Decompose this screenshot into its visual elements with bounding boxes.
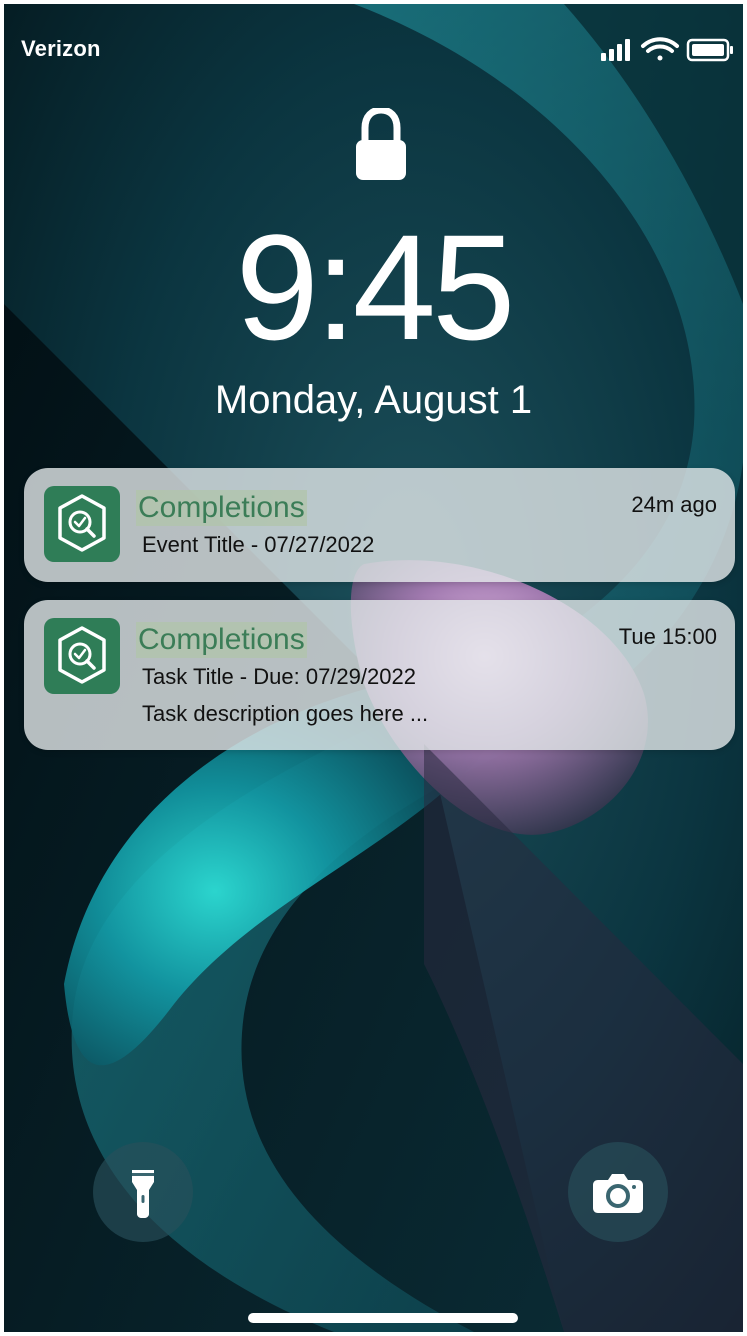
flashlight-button[interactable] — [93, 1142, 193, 1242]
notification-app-name: Completions — [136, 622, 307, 658]
completions-app-icon — [44, 486, 120, 562]
notification-event[interactable]: Completions 24m ago Event Title - 07/27/… — [24, 468, 735, 582]
notification-task[interactable]: Completions Tue 15:00 Task Title - Due: … — [24, 600, 735, 750]
completions-app-icon — [44, 618, 120, 694]
home-indicator[interactable] — [248, 1313, 518, 1323]
flashlight-icon — [132, 1170, 154, 1218]
notification-time: 24m ago — [631, 492, 717, 517]
camera-icon — [593, 1174, 643, 1213]
notification-body-line: Task Title - Due: 07/29/2022 — [142, 664, 416, 689]
lock-screen: Verizon 9:45 Monday, August 1 Completion… — [4, 4, 743, 1332]
notification-app-name: Completions — [136, 490, 307, 526]
status-icons — [601, 37, 733, 62]
notification-body-line: Task description goes here ... — [142, 701, 429, 726]
carrier-label: Verizon — [21, 36, 101, 61]
status-bar: Verizon — [4, 4, 743, 94]
wifi-icon — [641, 37, 679, 61]
battery-icon — [686, 38, 733, 62]
clock-date: Monday, August 1 — [214, 378, 533, 422]
lock-icon — [356, 108, 406, 180]
cellular-signal-icon — [601, 39, 630, 61]
notification-time: Tue 15:00 — [618, 624, 717, 649]
notification-body-line: Event Title - 07/27/2022 — [142, 532, 375, 557]
camera-button[interactable] — [568, 1142, 668, 1242]
clock-time: 9:45 — [235, 203, 516, 371]
